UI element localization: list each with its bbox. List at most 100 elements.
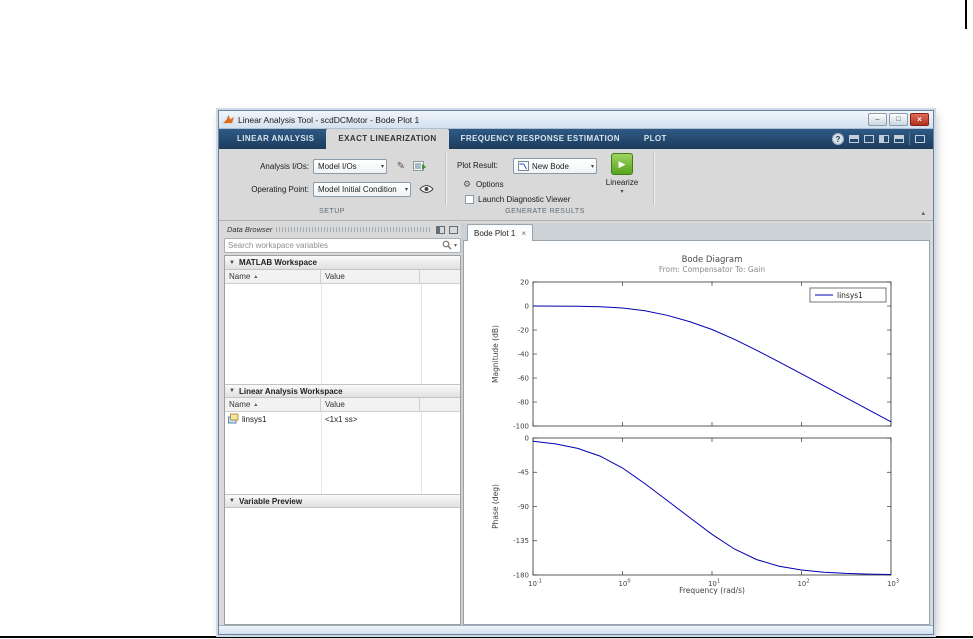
caret-down-icon: ▾ — [404, 187, 408, 193]
page-edge-right — [965, 0, 967, 29]
gear-icon: ⚙ — [463, 179, 472, 189]
tab-plot[interactable]: PLOT — [632, 129, 679, 149]
svg-text:100: 100 — [618, 579, 630, 589]
operating-point-label: Operating Point: — [251, 185, 309, 194]
column-header-name[interactable]: Name ▲ — [225, 270, 321, 283]
sort-asc-icon: ▲ — [253, 273, 259, 280]
svg-text:-80: -80 — [518, 398, 529, 406]
launch-diagnostic-label: Launch Diagnostic Viewer — [478, 195, 571, 204]
column-header-value[interactable]: Value — [321, 270, 420, 283]
analysis-ios-select[interactable]: Model I/Os ▾ — [313, 159, 387, 174]
eye-icon — [419, 181, 434, 199]
window-layout-icon-3[interactable] — [879, 135, 889, 143]
search-options-caret-icon[interactable]: ▾ — [454, 242, 457, 249]
linear-workspace-table-header: Name ▲ Value — [225, 398, 460, 412]
column-header-value[interactable]: Value — [321, 398, 420, 411]
svg-text:-20: -20 — [518, 326, 529, 334]
pencil-icon: ✎ — [396, 160, 406, 172]
matlab-workspace-table-header: Name ▲ Value — [225, 270, 460, 284]
svg-text:0: 0 — [525, 302, 529, 310]
search-input[interactable] — [228, 241, 440, 250]
window-layout-icon-5[interactable] — [915, 135, 925, 143]
toolbar-separator — [909, 133, 910, 145]
window-layout-icon-4[interactable] — [894, 135, 904, 143]
view-operating-point-button[interactable] — [419, 181, 434, 199]
section-linear-analysis-workspace[interactable]: ▼ Linear Analysis Workspace — [225, 384, 460, 398]
svg-text:20: 20 — [520, 278, 529, 286]
svg-text:Magnitude (dB): Magnitude (dB) — [491, 325, 500, 383]
bode-plot-svg: 20 0 -20 -40 -60 -80 -100 Magnitude (dB) 0 -45 -90… — [491, 255, 899, 595]
svg-text:0: 0 — [525, 434, 529, 442]
launch-diagnostic-checkbox[interactable] — [465, 195, 474, 204]
run-icon: ▶ — [611, 153, 633, 175]
column-header-name[interactable]: Name ▲ — [225, 398, 321, 411]
tab-close-icon[interactable]: × — [521, 229, 526, 238]
status-bar — [219, 625, 933, 634]
undock-icon[interactable] — [449, 225, 458, 234]
title-bar[interactable]: Linear Analysis Tool - scdDCMotor - Bode… — [219, 111, 933, 129]
svg-text:linsys1: linsys1 — [837, 291, 863, 300]
triangle-down-icon: ▼ — [229, 259, 235, 266]
operating-point-select[interactable]: Model Initial Condition ▾ — [313, 182, 411, 197]
edit-ios-button[interactable]: ✎ — [393, 158, 409, 174]
svg-text:102: 102 — [797, 579, 809, 589]
svg-text:-90: -90 — [518, 503, 529, 511]
data-browser-header: Data Browser — [224, 223, 461, 236]
section-variable-preview[interactable]: ▼ Variable Preview — [225, 494, 460, 508]
linear-workspace-table-body: linsys1 <1x1 ss> — [225, 412, 460, 494]
collapse-ribbon-button[interactable]: ▴ — [921, 209, 925, 217]
svg-text:-45: -45 — [518, 469, 529, 477]
minimize-icon: – — [875, 116, 880, 123]
sort-asc-icon: ▲ — [253, 401, 259, 408]
svg-text:-40: -40 — [518, 350, 529, 358]
svg-text:Bode Diagram: Bode Diagram — [682, 255, 743, 265]
dock-icon[interactable] — [436, 225, 445, 234]
minimize-button[interactable]: – — [868, 113, 887, 126]
svg-text:-135: -135 — [513, 537, 529, 545]
close-button[interactable]: × — [910, 113, 929, 126]
svg-text:Phase (deg): Phase (deg) — [491, 484, 500, 529]
tab-frequency-response-estimation[interactable]: FREQUENCY RESPONSE ESTIMATION — [449, 129, 632, 149]
matlab-workspace-table-body — [225, 284, 460, 384]
maximize-icon: □ — [896, 116, 901, 123]
window-layout-icon-1[interactable] — [849, 135, 859, 143]
signal-select-icon — [413, 159, 427, 177]
plot-result-select[interactable]: New Bode ▾ — [513, 158, 597, 174]
signal-select-button[interactable] — [413, 159, 427, 177]
close-icon: × — [917, 114, 922, 124]
search-icon[interactable] — [442, 237, 452, 255]
page: Linear Analysis Tool - scdDCMotor - Bode… — [0, 0, 973, 639]
bode-plot-panel: 20 0 -20 -40 -60 -80 -100 Magnitude (dB) 0 -45 -90… — [463, 241, 930, 625]
variable-preview-body — [225, 508, 460, 624]
window-layout-icon-2[interactable] — [864, 135, 874, 143]
svg-text:From: Compensator To: Gain: From: Compensator To: Gain — [659, 265, 766, 274]
linearize-button[interactable]: ▶ Linearize ▾ — [597, 153, 647, 205]
window-title: Linear Analysis Tool - scdDCMotor - Bode… — [238, 114, 420, 125]
ribbon-section-divider — [653, 152, 655, 205]
svg-text:Frequency (rad/s): Frequency (rad/s) — [679, 586, 745, 595]
triangle-down-icon: ▼ — [229, 498, 235, 504]
state-space-object-icon — [228, 413, 239, 426]
table-row-linsys1[interactable]: linsys1 <1x1 ss> — [225, 412, 460, 426]
caret-down-icon: ▾ — [620, 189, 624, 195]
matlab-logo-icon — [223, 111, 234, 129]
help-icon[interactable]: ? — [832, 133, 844, 145]
triangle-down-icon: ▼ — [229, 388, 235, 394]
ribbon: Analysis I/Os: Model I/Os ▾ ✎ Operating … — [219, 149, 933, 221]
tab-bode-plot-1[interactable]: Bode Plot 1 × — [467, 224, 534, 241]
setup-section-label: SETUP — [319, 208, 345, 215]
tab-linear-analysis[interactable]: LINEAR ANALYSIS — [225, 129, 326, 149]
tab-exact-linearization[interactable]: EXACT LINEARIZATION — [326, 129, 449, 149]
plot-result-label: Plot Result: — [457, 161, 498, 170]
workspace-search: ▾ — [224, 238, 461, 253]
options-button[interactable]: Options — [476, 180, 504, 189]
analysis-ios-label: Analysis I/Os: — [260, 162, 309, 171]
svg-text:-180: -180 — [513, 571, 529, 579]
panel-drag-texture — [276, 227, 432, 232]
svg-text:103: 103 — [887, 579, 899, 589]
document-tab-strip: Bode Plot 1 × — [463, 223, 930, 241]
data-browser-title: Data Browser — [227, 225, 273, 234]
maximize-button[interactable]: □ — [889, 113, 908, 126]
section-matlab-workspace[interactable]: ▼ MATLAB Workspace — [225, 256, 460, 270]
caret-down-icon: ▾ — [380, 164, 384, 170]
